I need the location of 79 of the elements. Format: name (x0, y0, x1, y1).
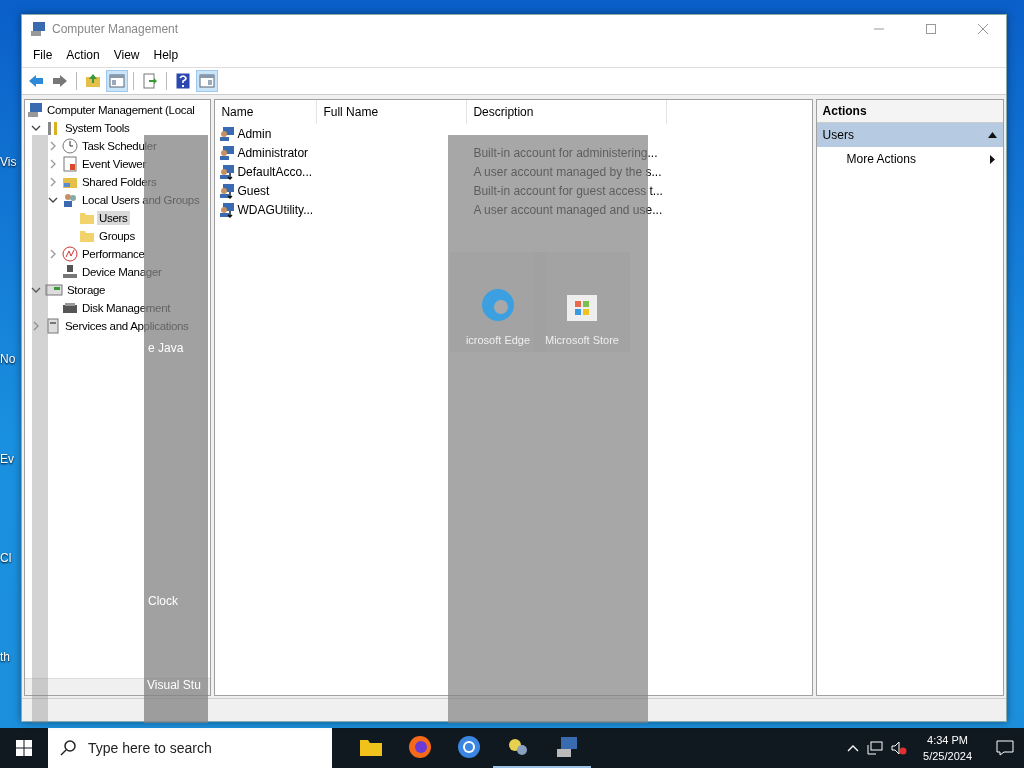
forward-arrow-icon (52, 74, 68, 88)
tree-item[interactable]: Disk Management (80, 301, 173, 315)
ring-browser-icon (456, 735, 481, 759)
table-cell-text: Built-in account for guest access t... (472, 183, 664, 198)
collapse-chevron-icon (31, 123, 41, 133)
tree-item[interactable]: Performance (80, 247, 147, 261)
folder-icon (358, 737, 383, 757)
menu-item[interactable]: File (26, 48, 60, 62)
disabled-user-icon (219, 182, 236, 199)
submenu-arrow-icon (990, 154, 995, 164)
table-cell: DefaultAcco... (215, 163, 318, 180)
tree-item[interactable]: Shared Folders (80, 175, 159, 189)
menu-item[interactable]: Action (59, 48, 107, 62)
storage-icon (45, 282, 63, 298)
disk-drive-icon (62, 300, 78, 316)
menu-item[interactable]: Help (146, 48, 186, 62)
column-header[interactable]: Name (215, 100, 318, 124)
collapse-chevron-icon (48, 195, 58, 205)
performance-icon (62, 246, 78, 262)
tree-item[interactable]: Device Manager (80, 265, 164, 279)
search-field[interactable]: Type here to search (48, 728, 332, 768)
desktop-icon-label[interactable]: Vis (0, 155, 17, 169)
user-icon (219, 125, 236, 142)
user-icon (219, 144, 236, 161)
table-cell: Admin (215, 125, 318, 142)
action-pane-icon (199, 74, 215, 88)
expand-chevron-icon (31, 321, 41, 331)
network-icon (867, 741, 884, 755)
tree-item[interactable]: Event Viewer (80, 157, 148, 171)
tree-item[interactable]: System Tools (63, 121, 132, 135)
services-icon (45, 318, 61, 334)
column-header[interactable]: Description (467, 100, 668, 124)
export-list-icon (142, 73, 158, 89)
console-tree-icon (109, 74, 125, 88)
actions-section[interactable]: Users (816, 123, 1003, 147)
tree-item[interactable]: Computer Management (Local (45, 103, 197, 117)
desktop-icon-label[interactable]: No (0, 352, 16, 366)
fox-globe-icon (407, 735, 432, 759)
back-arrow-icon (28, 74, 44, 88)
disabled-user-icon (219, 201, 236, 218)
search-icon (60, 740, 76, 756)
actions-header: Actions (816, 100, 1003, 123)
notification-icon (996, 740, 1014, 756)
event-log-icon (62, 156, 78, 172)
expand-chevron-icon (48, 249, 58, 259)
table-cell: WDAGUtility... (215, 201, 318, 218)
chevron-up-icon (847, 744, 860, 752)
column-header[interactable]: Full Name (317, 100, 468, 124)
device-icon (62, 264, 78, 280)
ghost-label: Visual Stu (147, 678, 201, 692)
window-title: Computer Management (52, 22, 180, 36)
computer-icon (554, 735, 579, 759)
clock[interactable]: 4:34 PM 5/25/2024 (915, 732, 980, 764)
tree-item[interactable]: Storage (65, 283, 108, 297)
users-icon (62, 192, 78, 208)
windows-logo-icon (16, 740, 32, 756)
computer-icon (27, 102, 43, 118)
table-cell: Guest (215, 182, 318, 199)
disabled-user-icon (219, 163, 236, 180)
close-icon (978, 24, 988, 34)
maximize-icon (926, 24, 936, 34)
tree-item[interactable]: Groups (97, 229, 137, 243)
volume-muted-icon (891, 741, 908, 755)
ghost-label: e Java (148, 341, 184, 355)
collapse-chevron-icon (31, 285, 41, 295)
ghost-label: Clock (148, 594, 178, 608)
tree-item[interactable]: Users (97, 211, 130, 225)
action-item[interactable]: More Actions (816, 147, 1003, 171)
table-cell-text: A user account managed by the s... (472, 164, 663, 179)
computer-icon (30, 21, 46, 37)
collapse-caret-icon (988, 132, 997, 138)
folder-icon (79, 211, 95, 225)
clock-icon (62, 138, 78, 154)
table-cell: Administrator (215, 144, 318, 161)
folder-up-icon (85, 73, 101, 89)
tree-item[interactable]: Task Scheduler (80, 139, 159, 153)
help-icon (176, 73, 190, 89)
folder-icon (79, 229, 95, 243)
menu-item[interactable]: View (106, 48, 147, 62)
